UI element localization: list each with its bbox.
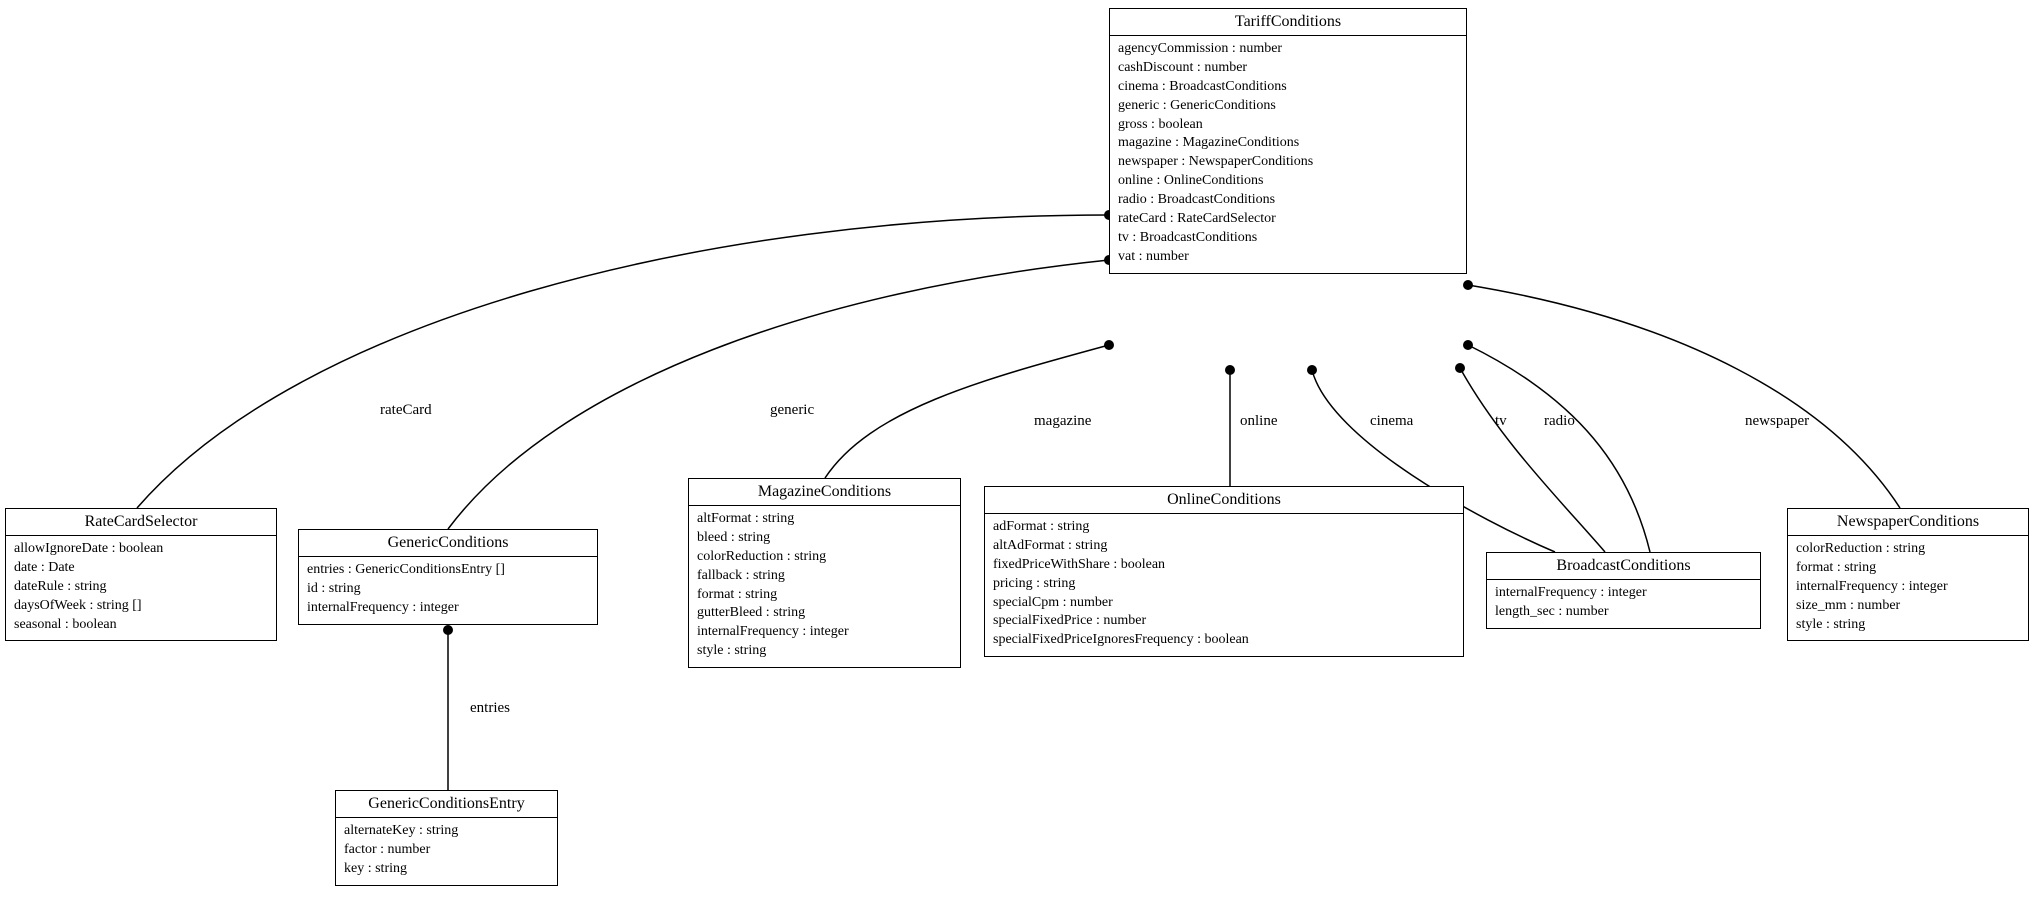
class-attr: specialFixedPrice : number	[993, 612, 1455, 631]
class-ratecard-selector: RateCardSelector allowIgnoreDate : boole…	[5, 508, 277, 641]
class-attr: allowIgnoreDate : boolean	[14, 540, 268, 559]
class-attr: altFormat : string	[697, 510, 952, 529]
class-attr: gutterBleed : string	[697, 604, 952, 623]
edge-newspaper	[1468, 285, 1900, 508]
class-attr: cashDiscount : number	[1118, 59, 1458, 78]
class-attr: internalFrequency : integer	[1796, 578, 2020, 597]
class-generic-conditions: GenericConditions entries : GenericCondi…	[298, 529, 598, 625]
class-body: colorReduction : string format : string …	[1788, 536, 2028, 640]
class-title: GenericConditionsEntry	[336, 791, 557, 818]
class-attr: tv : BroadcastConditions	[1118, 229, 1458, 248]
class-attr: specialFixedPriceIgnoresFrequency : bool…	[993, 631, 1455, 650]
class-broadcast-conditions: BroadcastConditions internalFrequency : …	[1486, 552, 1761, 629]
edge-label-entries: entries	[470, 700, 510, 717]
class-attr: format : string	[697, 586, 952, 605]
class-attr: daysOfWeek : string []	[14, 597, 268, 616]
class-attr: id : string	[307, 580, 589, 599]
edge-label-newspaper: newspaper	[1745, 413, 1809, 430]
class-attr: length_sec : number	[1495, 603, 1752, 622]
edge-label-generic: generic	[770, 402, 814, 419]
class-attr: seasonal : boolean	[14, 616, 268, 635]
class-title: TariffConditions	[1110, 9, 1466, 36]
edge-label-cinema: cinema	[1370, 413, 1413, 430]
edge-label-online: online	[1240, 413, 1278, 430]
class-attr: colorReduction : string	[697, 548, 952, 567]
class-title: RateCardSelector	[6, 509, 276, 536]
class-attr: vat : number	[1118, 248, 1458, 267]
class-attr: style : string	[697, 642, 952, 661]
class-attr: date : Date	[14, 559, 268, 578]
edge-magazine	[825, 345, 1109, 478]
edge-label-radio: radio	[1544, 413, 1575, 430]
edge-magazine-diamond-icon	[1104, 340, 1114, 350]
class-attr: internalFrequency : integer	[307, 599, 589, 618]
class-body: allowIgnoreDate : boolean date : Date da…	[6, 536, 276, 640]
class-attr: adFormat : string	[993, 518, 1455, 537]
class-online-conditions: OnlineConditions adFormat : string altAd…	[984, 486, 1464, 657]
class-title: OnlineConditions	[985, 487, 1463, 514]
class-attr: internalFrequency : integer	[697, 623, 952, 642]
edge-label-tv: tv	[1495, 413, 1507, 430]
class-generic-conditions-entry: GenericConditionsEntry alternateKey : st…	[335, 790, 558, 886]
class-attr: cinema : BroadcastConditions	[1118, 78, 1458, 97]
class-body: altFormat : string bleed : string colorR…	[689, 506, 960, 667]
class-magazine-conditions: MagazineConditions altFormat : string bl…	[688, 478, 961, 668]
class-attr: specialCpm : number	[993, 594, 1455, 613]
edge-online-diamond-icon	[1225, 365, 1235, 375]
class-title: NewspaperConditions	[1788, 509, 2028, 536]
class-body: alternateKey : string factor : number ke…	[336, 818, 557, 885]
class-attr: bleed : string	[697, 529, 952, 548]
class-attr: style : string	[1796, 616, 2020, 635]
edge-tv	[1460, 368, 1605, 552]
class-attr: factor : number	[344, 841, 549, 860]
class-attr: newspaper : NewspaperConditions	[1118, 153, 1458, 172]
class-attr: online : OnlineConditions	[1118, 172, 1458, 191]
edges-layer	[0, 0, 2034, 908]
edge-cinema-diamond-icon	[1307, 365, 1317, 375]
class-attr: radio : BroadcastConditions	[1118, 191, 1458, 210]
class-body: entries : GenericConditionsEntry [] id :…	[299, 557, 597, 624]
class-attr: dateRule : string	[14, 578, 268, 597]
edge-ratecard	[137, 215, 1109, 508]
class-attr: magazine : MagazineConditions	[1118, 134, 1458, 153]
class-tariff-conditions: TariffConditions agencyCommission : numb…	[1109, 8, 1467, 274]
edge-entries-diamond-icon	[443, 625, 453, 635]
uml-canvas: rateCard generic magazine online cinema …	[0, 0, 2034, 908]
class-attr: size_mm : number	[1796, 597, 2020, 616]
edge-label-ratecard: rateCard	[380, 402, 432, 419]
edge-tv-diamond-icon	[1455, 363, 1465, 373]
class-title: GenericConditions	[299, 530, 597, 557]
class-body: adFormat : string altAdFormat : string f…	[985, 514, 1463, 656]
class-title: BroadcastConditions	[1487, 553, 1760, 580]
class-attr: colorReduction : string	[1796, 540, 2020, 559]
class-title: MagazineConditions	[689, 479, 960, 506]
class-attr: fallback : string	[697, 567, 952, 586]
class-attr: pricing : string	[993, 575, 1455, 594]
edge-radio	[1468, 345, 1650, 552]
class-attr: agencyCommission : number	[1118, 40, 1458, 59]
edge-radio-diamond-icon	[1463, 340, 1473, 350]
class-attr: altAdFormat : string	[993, 537, 1455, 556]
class-attr: entries : GenericConditionsEntry []	[307, 561, 589, 580]
class-attr: generic : GenericConditions	[1118, 97, 1458, 116]
class-attr: internalFrequency : integer	[1495, 584, 1752, 603]
class-body: internalFrequency : integer length_sec :…	[1487, 580, 1760, 628]
class-attr: format : string	[1796, 559, 2020, 578]
class-attr: rateCard : RateCardSelector	[1118, 210, 1458, 229]
edge-label-magazine: magazine	[1034, 413, 1091, 430]
edge-newspaper-diamond-icon	[1463, 280, 1473, 290]
class-attr: alternateKey : string	[344, 822, 549, 841]
class-attr: gross : boolean	[1118, 116, 1458, 135]
class-attr: fixedPriceWithShare : boolean	[993, 556, 1455, 575]
class-attr: key : string	[344, 860, 549, 879]
class-body: agencyCommission : number cashDiscount :…	[1110, 36, 1466, 273]
class-newspaper-conditions: NewspaperConditions colorReduction : str…	[1787, 508, 2029, 641]
